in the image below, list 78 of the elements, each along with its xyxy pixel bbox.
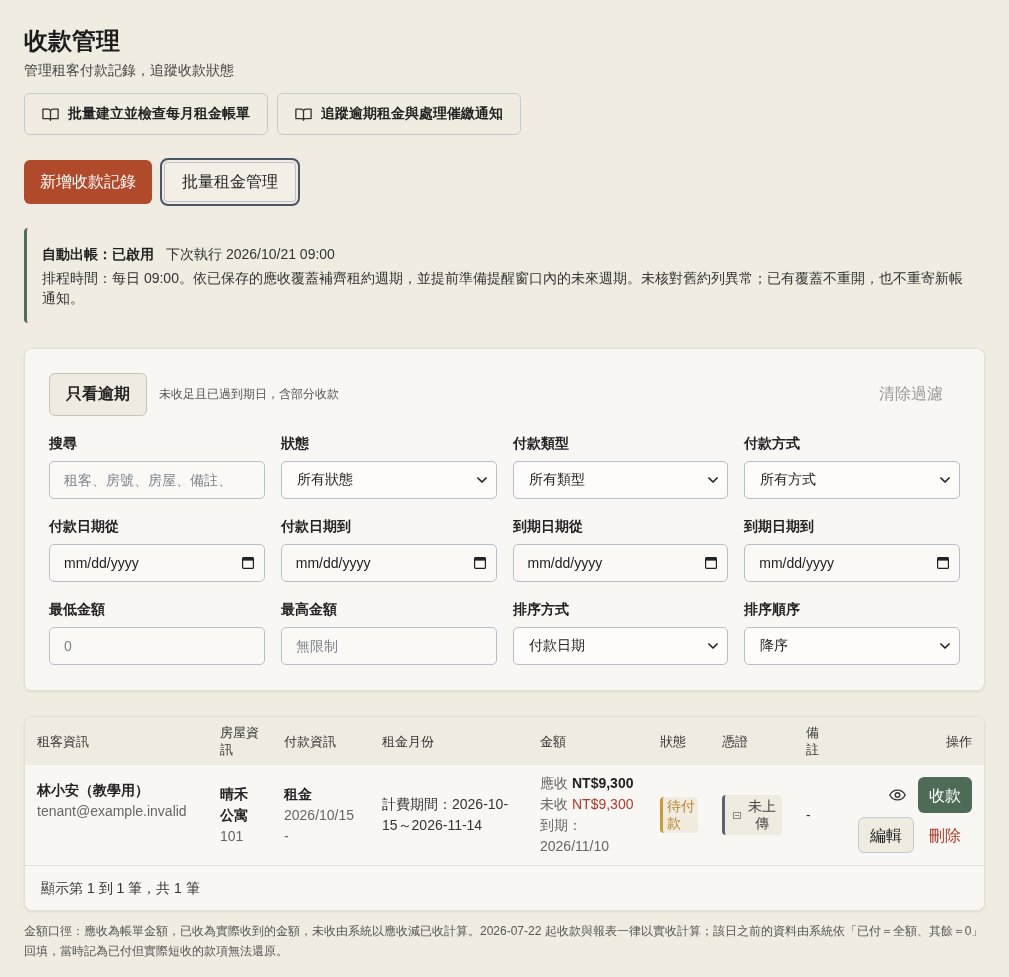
chevron-down-icon bbox=[708, 477, 719, 483]
delete-button[interactable]: 刪除 bbox=[918, 817, 972, 853]
unit-number: 101 bbox=[220, 825, 244, 847]
field-label: 最高金額 bbox=[280, 600, 337, 619]
receivable-amount: NT$9,300 bbox=[572, 775, 634, 791]
filter-hint: 未收足且已過到期日，含部分收款 bbox=[159, 386, 339, 403]
due-date: 到期：2026/11/10 bbox=[540, 815, 636, 857]
dropdown[interactable]: 所有狀態 bbox=[280, 461, 497, 499]
page-subtitle: 管理租客付款記錄，追蹤收款狀態 bbox=[24, 62, 234, 78]
field-label: 付款日期從 bbox=[49, 517, 119, 536]
dropdown[interactable]: 所有類型 bbox=[512, 461, 729, 499]
add-record-button[interactable]: 新增收款記錄 bbox=[24, 160, 152, 204]
field-label: 到期日期到 bbox=[744, 517, 815, 536]
chevron-down-icon bbox=[476, 477, 487, 483]
field-label: 付款日期到 bbox=[280, 517, 351, 536]
dropdown[interactable]: 所有方式 bbox=[744, 461, 960, 499]
outstanding-label: 未收 bbox=[540, 796, 568, 812]
book-icon bbox=[42, 107, 59, 121]
property-name: 晴禾公寓 bbox=[220, 783, 260, 826]
amount-field[interactable]: 0 bbox=[49, 627, 265, 665]
column-header: 付款資訊 bbox=[272, 717, 370, 765]
field-label: 到期日期從 bbox=[512, 517, 583, 536]
column-header: 租客資訊 bbox=[25, 717, 208, 765]
note-text: - bbox=[806, 806, 811, 823]
pagination-summary: 顯示第 1 到 1 筆，共 1 筆 bbox=[41, 880, 200, 896]
outstanding-amount: NT$9,300 bbox=[572, 796, 634, 812]
column-header: 操作 bbox=[834, 717, 984, 765]
chevron-down-icon bbox=[940, 477, 950, 483]
notice-text: 排程時間：每日 09:00。依已保存的應收覆蓋補齊租約週期，並提前準備提醒窗口內的未來週期。未核對舊約列異常；已有覆蓋不重開，也不重寄新帳通知。 bbox=[42, 269, 964, 308]
column-header: 金額 bbox=[528, 717, 648, 765]
billing-period: 計費期間：2026-10-15～2026-11-14 bbox=[382, 796, 509, 833]
payment-date: 2026/10/15 bbox=[284, 804, 355, 826]
guide-button[interactable]: 追蹤逾期租金與處理催繳通知 bbox=[277, 93, 521, 135]
field-label: 排序順序 bbox=[744, 600, 801, 619]
column-header: 房屋資訊 bbox=[208, 717, 272, 765]
eye-icon bbox=[889, 789, 906, 801]
guide-button[interactable]: 批量建立並檢查每月租金帳單 bbox=[24, 93, 268, 135]
document-icon bbox=[733, 811, 741, 819]
date-field[interactable]: mm/dd/yyyy bbox=[280, 544, 497, 582]
field-label: 狀態 bbox=[280, 434, 309, 453]
dropdown[interactable]: 付款日期 bbox=[512, 627, 729, 665]
field-label: 最低金額 bbox=[49, 600, 105, 619]
calendar-icon bbox=[937, 557, 949, 569]
amount-field[interactable]: 無限制 bbox=[280, 627, 497, 665]
collect-button[interactable]: 收款 bbox=[918, 777, 972, 813]
dropdown[interactable]: 降序 bbox=[744, 627, 960, 665]
calendar-icon bbox=[705, 557, 718, 569]
column-header: 憑證 bbox=[710, 717, 794, 765]
date-field[interactable]: mm/dd/yyyy bbox=[744, 544, 960, 582]
edit-button[interactable]: 編輯 bbox=[858, 817, 914, 853]
status-badge: 待付款 bbox=[660, 796, 698, 833]
overdue-toggle[interactable]: 只看逾期 bbox=[49, 373, 147, 416]
column-header: 備註 bbox=[794, 717, 834, 765]
notice-title: 自動出帳：已啟用 bbox=[42, 246, 154, 262]
field-label: 排序方式 bbox=[512, 600, 569, 619]
date-field[interactable]: mm/dd/yyyy bbox=[512, 544, 729, 582]
tenant-name: 林小安（教學用） bbox=[37, 780, 149, 801]
chevron-down-icon bbox=[940, 643, 950, 649]
receipt-badge: 未上傳 bbox=[722, 795, 782, 835]
batch-rent-button[interactable]: 批量租金管理 bbox=[160, 158, 300, 206]
receivable-label: 應收 bbox=[540, 775, 568, 791]
book-icon bbox=[295, 107, 312, 121]
calendar-icon bbox=[473, 557, 486, 569]
payment-method: - bbox=[284, 825, 289, 847]
payment-type: 租金 bbox=[284, 783, 312, 805]
next-run-text: 下次執行 2026/10/21 09:00 bbox=[166, 246, 335, 262]
search-field[interactable]: 租客、房號、房屋、備註、 bbox=[49, 461, 265, 499]
chevron-down-icon bbox=[708, 643, 719, 649]
field-label: 付款方式 bbox=[744, 434, 801, 453]
column-header: 租金月份 bbox=[370, 717, 528, 765]
date-field[interactable]: mm/dd/yyyy bbox=[49, 544, 265, 582]
field-label: 搜尋 bbox=[49, 434, 77, 453]
page-title: 收款管理 bbox=[24, 26, 120, 56]
column-header: 狀態 bbox=[648, 717, 710, 765]
calendar-icon bbox=[241, 557, 254, 569]
field-label: 付款類型 bbox=[512, 434, 569, 453]
tenant-email: tenant@example.invalid bbox=[37, 801, 187, 822]
footnote-text: 金額口徑：應收為帳單金額，已收為實際收到的金額，未收由系統以應收減已收計算。2026-07-22 起收款與報表一律以實收計算；該日之前的資料由系統依「已付＝全額、其餘＝0」回填，當時記為已付但實際短收的款項無法還原。 bbox=[24, 923, 985, 960]
